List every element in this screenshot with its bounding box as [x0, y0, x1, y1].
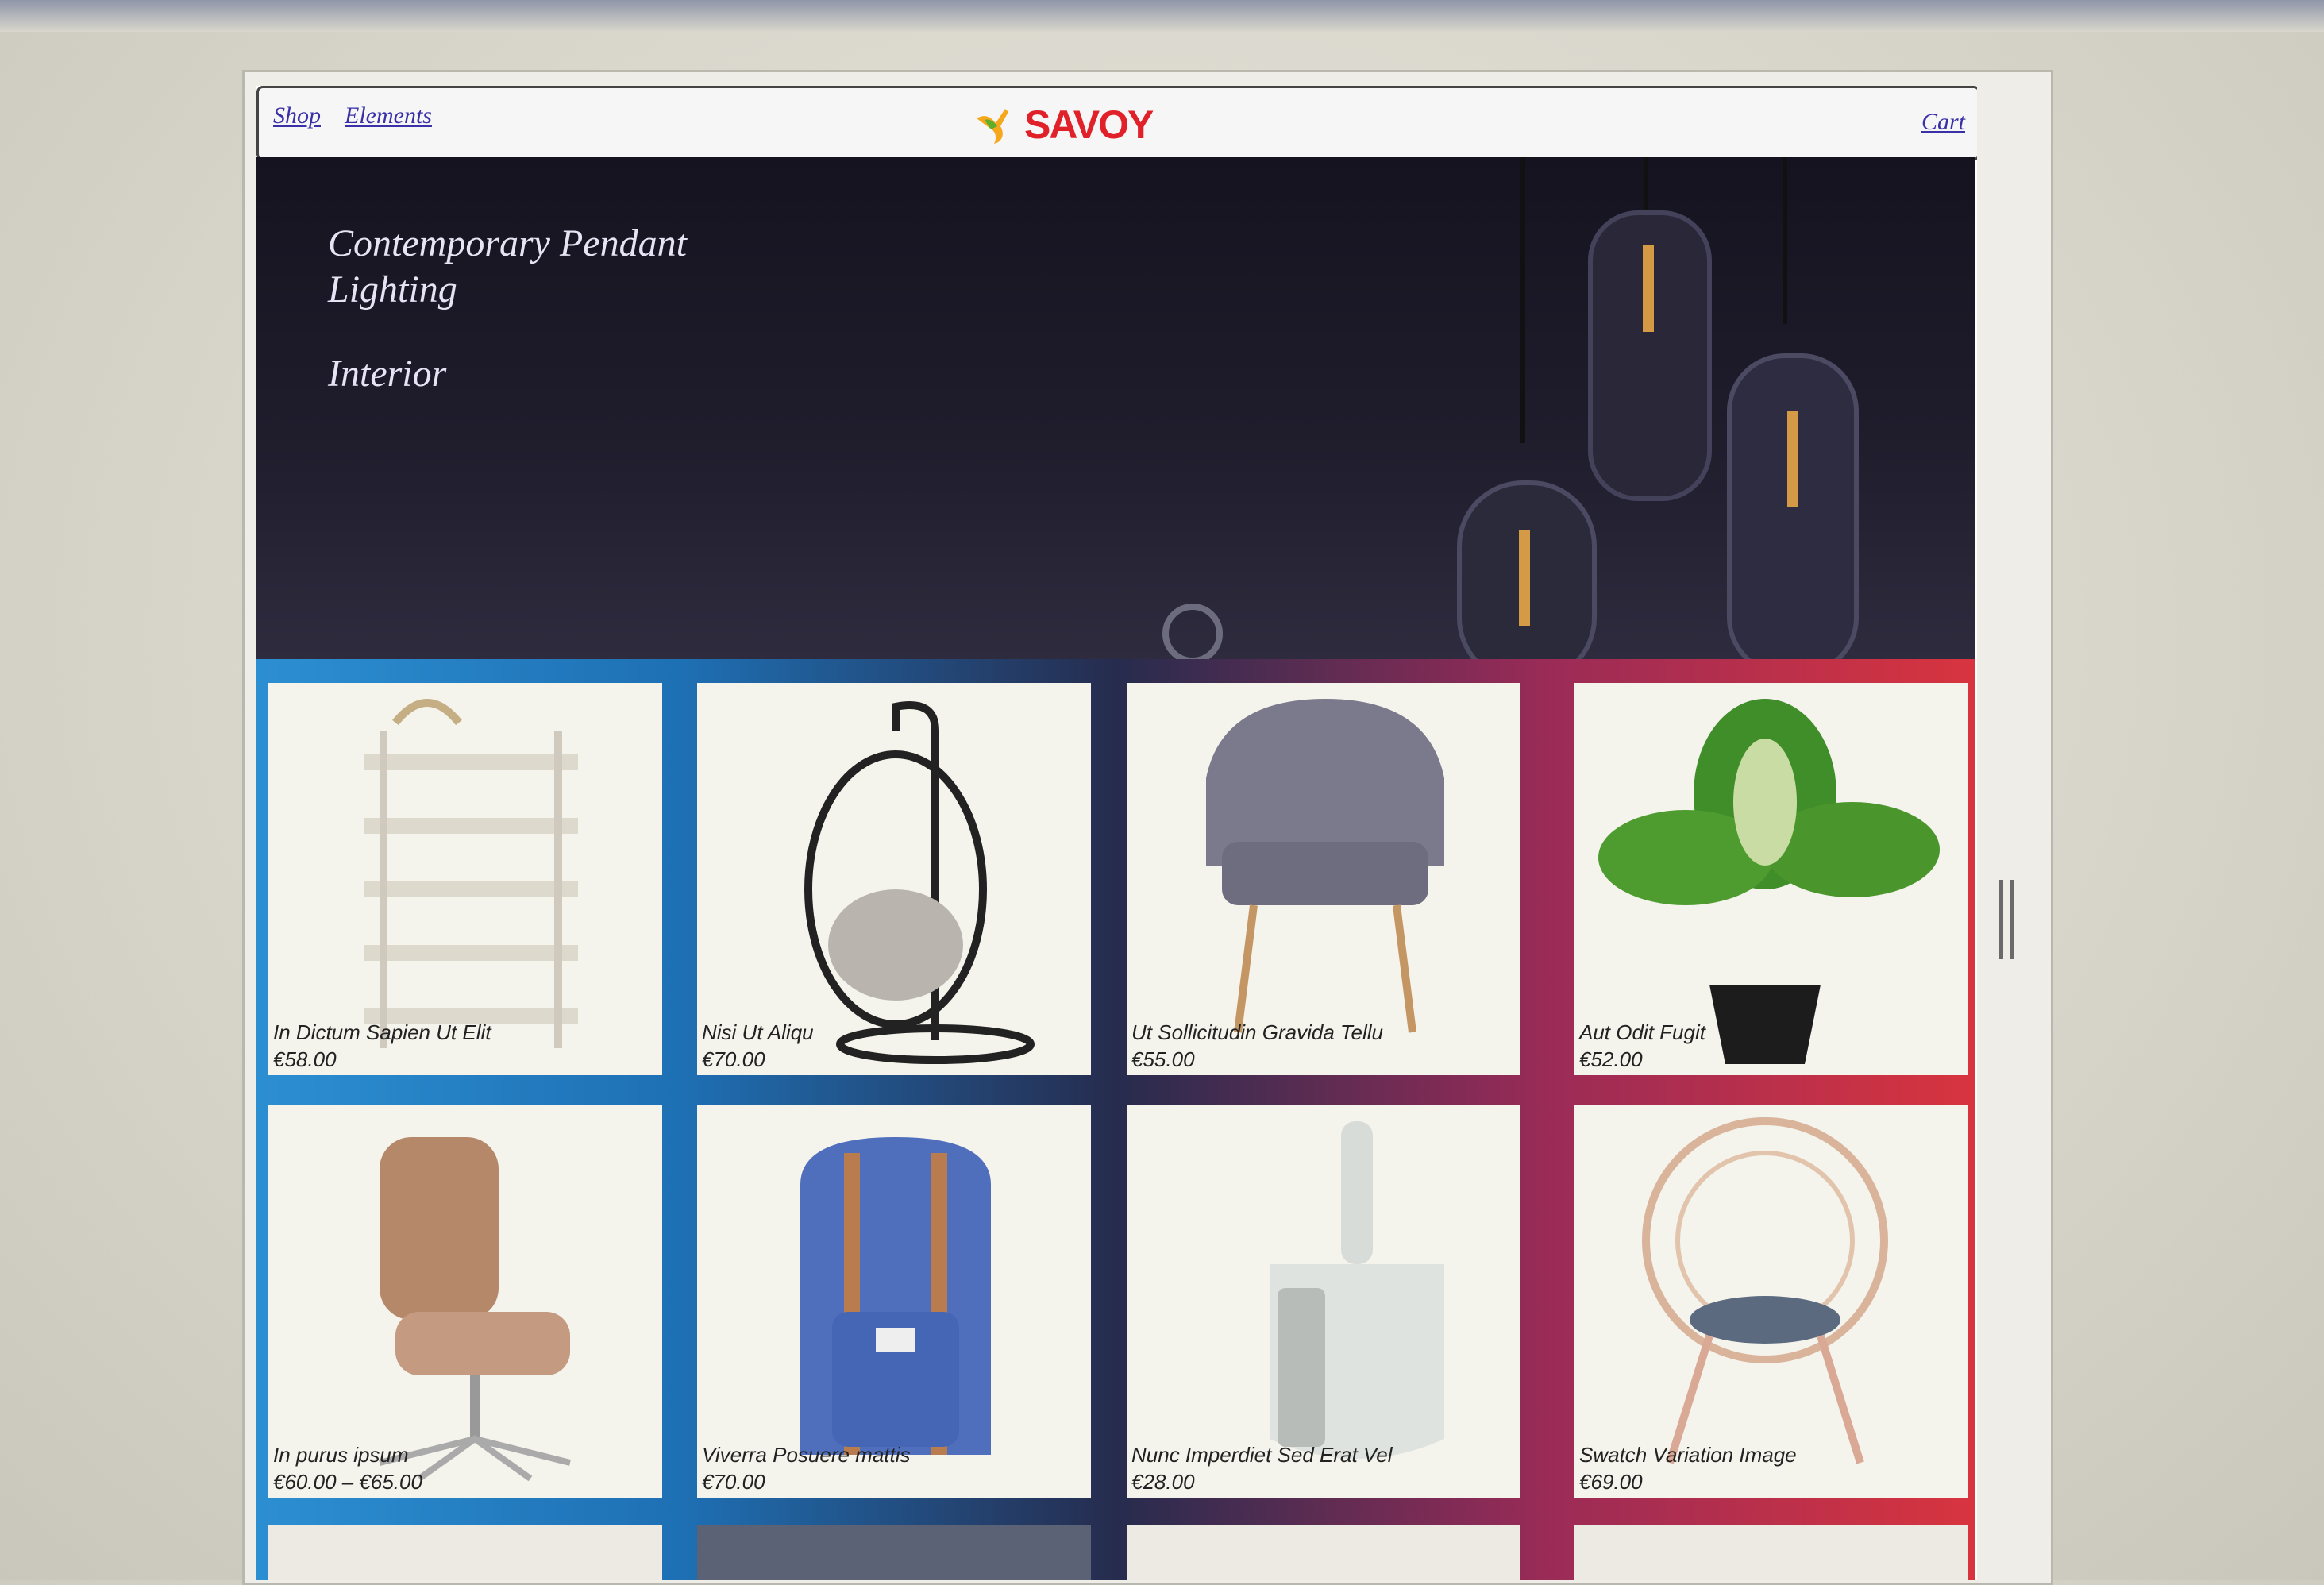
hero-title: Contemporary Pendant Lighting	[328, 222, 687, 310]
product-price: €55.00	[1131, 1047, 1195, 1071]
rattan-chair-icon	[1642, 1117, 1888, 1464]
nav-elements-link[interactable]: Elements	[345, 102, 432, 129]
product-price: €28.00	[1131, 1470, 1195, 1494]
product-price: €70.00	[702, 1047, 765, 1071]
dustpan-brush-icon	[1270, 1121, 1444, 1459]
product-price: €58.00	[273, 1047, 337, 1071]
scrollbar-handle-icon[interactable]	[1999, 880, 2014, 959]
product-name[interactable]: Nisi Ut Aliqu	[702, 1020, 814, 1045]
product-grid: In Dictum Sapien Ut Elit €58.00 Nisi Ut …	[256, 659, 1975, 1580]
product-card-partial[interactable]	[268, 1525, 662, 1580]
monitor-glare	[0, 0, 2324, 32]
product-name[interactable]: In purus ipsum	[273, 1443, 409, 1467]
product-name[interactable]: In Dictum Sapien Ut Elit	[273, 1020, 491, 1045]
hanging-chair-icon	[804, 701, 1035, 1064]
office-chair-icon	[379, 1137, 571, 1482]
product-name[interactable]: Swatch Variation Image	[1579, 1443, 1797, 1467]
shop-page: Shop Elements SAVOY Cart Contemporary Pe…	[256, 86, 1977, 1580]
slider-dot-icon[interactable]	[1162, 604, 1223, 659]
product-name[interactable]: Nunc Imperdiet Sed Erat Vel	[1131, 1443, 1393, 1467]
logo-text: SAVOY	[1024, 102, 1154, 147]
product-card-partial[interactable]	[697, 1525, 1091, 1580]
product-card[interactable]: In Dictum Sapien Ut Elit €58.00	[268, 683, 662, 1075]
hero-banner[interactable]: Contemporary Pendant Lighting Interior	[256, 157, 1975, 659]
rope-ladder-icon	[364, 699, 578, 1048]
top-navbar: Shop Elements SAVOY Cart	[256, 86, 1977, 160]
backpack-icon	[800, 1137, 991, 1455]
product-name[interactable]: Ut Sollicitudin Gravida Tellu	[1131, 1020, 1383, 1045]
product-name[interactable]: Aut Odit Fugit	[1579, 1020, 1705, 1045]
product-card[interactable]: Ut Sollicitudin Gravida Tellu €55.00	[1127, 683, 1520, 1075]
pendant-lamp-icon	[1457, 157, 1859, 659]
product-card-partial[interactable]	[1127, 1525, 1520, 1580]
product-card[interactable]: Nunc Imperdiet Sed Erat Vel €28.00	[1127, 1105, 1520, 1498]
product-name[interactable]: Viverra Posuere mattis	[702, 1443, 911, 1467]
product-card[interactable]: Nisi Ut Aliqu €70.00	[697, 683, 1091, 1075]
nav-shop-link[interactable]: Shop	[273, 102, 321, 129]
hero-subtitle: Interior	[328, 353, 447, 395]
product-card[interactable]: Viverra Posuere mattis €70.00	[697, 1105, 1091, 1498]
site-logo[interactable]: SAVOY	[973, 102, 1154, 147]
product-card[interactable]: Aut Odit Fugit €52.00	[1574, 683, 1968, 1075]
product-price: €70.00	[702, 1470, 765, 1494]
potted-plant-icon	[1598, 699, 1940, 1064]
armchair-icon	[1206, 699, 1444, 1033]
hummingbird-logo-icon	[977, 109, 1008, 144]
product-card[interactable]: Swatch Variation Image €69.00	[1574, 1105, 1968, 1498]
product-card[interactable]: In purus ipsum €60.00 – €65.00	[268, 1105, 662, 1498]
nav-cart-link[interactable]: Cart	[1921, 109, 1965, 136]
product-price: €69.00	[1579, 1470, 1643, 1494]
product-card-partial[interactable]	[1574, 1525, 1968, 1580]
product-price: €52.00	[1579, 1047, 1643, 1071]
product-price: €60.00 – €65.00	[273, 1470, 422, 1494]
